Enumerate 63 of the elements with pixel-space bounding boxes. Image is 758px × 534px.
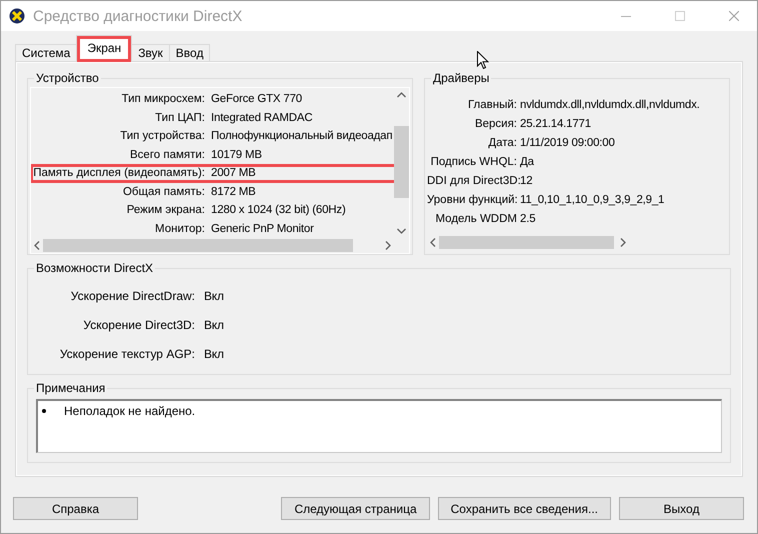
tab[interactable]: Ввод: [168, 44, 210, 62]
group-title: Примечания: [35, 381, 106, 395]
property-label: Ускорение Direct3D:: [82, 318, 195, 332]
property-value: Generic PnP Monitor: [211, 222, 315, 235]
property-value: 10179 MB: [211, 148, 263, 161]
property-value: Вкл: [204, 346, 225, 360]
directx-logo-icon: [9, 8, 25, 24]
scroll-up-icon[interactable]: [397, 92, 406, 98]
property-value: 2007 MB: [211, 167, 257, 180]
group-title: Драйверы: [432, 71, 490, 85]
horizontal-scrollbar[interactable]: [427, 235, 629, 250]
property-value: 25.21.14.1771: [520, 118, 592, 130]
property-value: 1/11/2019 09:00:00: [520, 136, 616, 148]
group-title: Устройство: [35, 71, 100, 85]
property-value: Полнофункциональный видеоадап: [211, 130, 394, 142]
property-value: 1280 x 1024 (32 bit) (60Hz): [211, 204, 347, 216]
scrollbar-thumb[interactable]: [439, 236, 614, 249]
scrollbar-thumb[interactable]: [394, 126, 409, 198]
property-value: 12: [520, 174, 534, 186]
window-title: Средство диагностики DirectX: [33, 8, 244, 24]
tab[interactable]: Экран: [76, 35, 132, 62]
property-value: 2.5: [520, 212, 536, 224]
close-icon: [729, 11, 739, 21]
property-label: Ускорение DirectDraw:: [70, 288, 195, 302]
property-value: Integrated RAMDAC: [211, 112, 314, 124]
scroll-right-icon[interactable]: [385, 241, 391, 250]
tab[interactable]: Звук: [131, 44, 170, 62]
group-title: Возможности DirectX: [35, 261, 154, 275]
scrollbar-thumb[interactable]: [43, 239, 353, 252]
scroll-left-icon[interactable]: [34, 241, 40, 250]
property-label: Ускорение текстур AGP:: [58, 346, 195, 360]
property-label: Модель WDDM: [434, 212, 517, 224]
scroll-down-icon[interactable]: [397, 228, 406, 234]
property-label: Подпись WHQL:: [430, 156, 517, 168]
property-value: 8172 MB: [211, 186, 257, 198]
property-label: Всего памяти:: [129, 148, 205, 161]
property-label: Дата:: [487, 136, 517, 148]
property-value: Вкл: [204, 288, 225, 302]
property-value: 11_0,10_1,10_0,9_3,9_2,9_1: [520, 194, 666, 206]
property-label: Общая память:: [122, 186, 205, 198]
property-value: Да: [520, 156, 535, 168]
property-label: Тип устройства:: [119, 130, 205, 142]
property-label: Главный:: [466, 98, 517, 110]
dialog-button[interactable]: Следующая страница: [281, 497, 430, 520]
property-label: Монитор:: [154, 222, 205, 235]
note-text: Неполадок не найдено.: [64, 404, 196, 418]
property-label: Режим экрана:: [126, 204, 205, 216]
property-label: Уровни функций:: [427, 194, 517, 206]
dialog-button[interactable]: Сохранить все сведения...: [438, 497, 611, 520]
maximize-icon: [675, 11, 685, 21]
scroll-right-icon[interactable]: [620, 238, 626, 247]
dialog-button[interactable]: Выход: [619, 497, 744, 520]
property-label: Тип ЦАП:: [154, 112, 205, 124]
horizontal-scrollbar[interactable]: [31, 238, 394, 253]
scroll-left-icon[interactable]: [430, 238, 436, 247]
property-label: Версия:: [474, 118, 517, 130]
property-value: nvldumdx.dll,nvldumdx.dll,nvldumdx.: [520, 98, 701, 110]
tab[interactable]: Система: [15, 44, 78, 62]
property-value: Вкл: [204, 318, 225, 332]
property-value: GeForce GTX 770: [211, 93, 303, 106]
property-label: Память дисплея (видеопамять):: [32, 167, 205, 180]
dialog-button[interactable]: Справка: [13, 497, 138, 520]
property-label: Тип микросхем:: [120, 93, 205, 106]
